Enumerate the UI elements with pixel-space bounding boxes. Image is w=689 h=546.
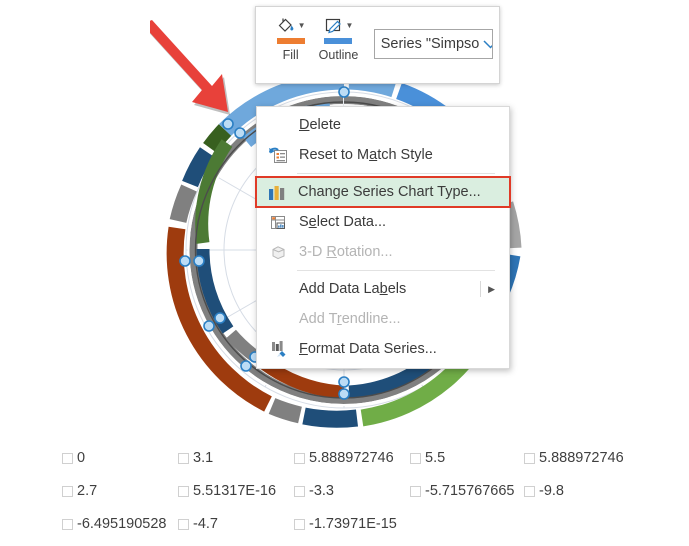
data-value-cell[interactable]: -5.715767665 [410,483,515,499]
menu-item-delete-label: Delete [299,117,341,133]
placeholder-box-icon [62,452,73,464]
placeholder-box-icon [410,452,421,464]
data-values-row: 2.7 5.51317E-16 -3.3 -5.715767665 -9.8 [0,483,689,513]
data-values-row: 0 3.1 5.888972746 5.5 5.888972746 [0,450,689,480]
menu-item-format-data-series-label: Format Data Series... [299,341,437,357]
data-value-text: -1.73971E-15 [309,516,397,532]
menu-item-add-data-labels-label: Add Data Labels [299,281,407,297]
placeholder-box-icon [410,485,421,497]
menu-separator-1 [297,173,495,174]
placeholder-box-icon [294,485,305,497]
placeholder-box-icon [62,485,73,497]
data-value-cell[interactable]: -1.73971E-15 [294,516,397,532]
data-value-cell[interactable]: -6.495190528 [62,516,167,532]
menu-item-select-data[interactable]: Select Data... [257,207,509,237]
data-value-text: 5.5 [425,450,446,466]
menu-item-add-data-labels[interactable]: Add Data Labels ▶ [257,274,509,304]
data-value-cell[interactable]: 2.7 [62,483,97,499]
placeholder-box-icon [178,485,189,497]
data-value-text: -5.715767665 [425,483,515,499]
menu-item-delete[interactable]: Delete [257,110,509,140]
placeholder-box-icon [524,485,535,497]
data-value-cell[interactable]: 3.1 [178,450,213,466]
menu-item-add-trendline-label: Add Trendline... [299,311,401,327]
series-select-value: Series "Simpso [380,36,480,52]
placeholder-box-icon [524,452,535,464]
data-value-cell[interactable]: 5.51317E-16 [178,483,276,499]
data-values-panel: 0 3.1 5.888972746 5.5 5.888972746 2.7 5.… [0,440,689,542]
menu-item-3d-rotation: 3-D Rotation... [257,237,509,267]
menu-item-format-data-series[interactable]: Format Data Series... [257,334,509,364]
data-value-cell[interactable]: 5.5 [410,450,445,466]
outline-dropdown-caret[interactable]: ▼ [346,22,354,30]
placeholder-box-icon [178,518,189,530]
fill-label: Fill [282,48,299,62]
fill-glyph-row: ▼ [276,15,306,37]
format-brush-icon [263,338,293,360]
chevron-right-icon[interactable]: ▶ [488,284,495,295]
placeholder-box-icon [294,452,305,464]
menu-item-reset-label: Reset to Match Style [299,147,433,163]
add-trendline-icon-slot [263,308,293,330]
chevron-down-icon[interactable] [483,37,492,52]
data-value-text: 5.888972746 [539,450,624,466]
data-value-text: 5.888972746 [309,450,394,466]
menu-item-3d-rotation-label: 3-D Rotation... [299,244,393,260]
data-value-cell[interactable]: 5.888972746 [294,450,394,466]
menu-item-add-trendline: Add Trendline... [257,304,509,334]
data-value-cell[interactable]: -3.3 [294,483,334,499]
data-value-cell[interactable]: 0 [62,450,85,466]
fill-color-swatch [276,38,305,44]
data-value-text: -4.7 [193,516,218,532]
fill-dropdown-caret[interactable]: ▼ [298,22,306,30]
outline-label: Outline [318,48,359,62]
placeholder-box-icon [294,518,305,530]
data-value-text: 0 [77,450,86,466]
data-value-text: 3.1 [193,450,214,466]
pencil-outline-icon [325,18,341,33]
menu-item-reset-to-match-style[interactable]: Reset to Match Style [257,140,509,170]
delete-icon-slot [263,114,293,136]
submenu-divider [480,281,481,297]
data-value-cell[interactable]: -9.8 [524,483,564,499]
mini-format-toolbar[interactable]: ▼ Fill ▼ Outline Series "Simpso [255,6,500,84]
menu-item-select-data-label: Select Data... [299,214,387,230]
placeholder-box-icon [178,452,189,464]
menu-item-change-series-chart-type[interactable]: Change Series Chart Type... [255,176,511,208]
placeholder-box-icon [62,518,73,530]
cube-icon [263,241,293,263]
data-value-cell[interactable]: -4.7 [178,516,218,532]
chart-context-menu[interactable]: Delete Reset to Match Style Change Serie… [255,106,511,369]
fill-tool[interactable]: ▼ Fill [268,15,313,62]
series-select-dropdown[interactable]: Series "Simpso [373,29,493,59]
menu-separator-2 [297,270,495,271]
data-value-text: 5.51317E-16 [193,483,277,499]
select-data-icon [263,211,293,233]
bar-chart-icon [262,181,292,203]
outline-tool[interactable]: ▼ Outline [313,15,363,62]
reset-style-icon [263,144,293,166]
outline-glyph-row: ▼ [324,15,354,37]
paint-bucket-icon [278,18,294,32]
add-data-labels-icon-slot [263,278,293,300]
menu-item-change-series-label: Change Series Chart Type... [298,184,481,200]
data-value-cell[interactable]: 5.888972746 [524,450,624,466]
data-value-text: -6.495190528 [77,516,167,532]
outline-color-swatch [324,38,353,44]
data-value-text: -3.3 [309,483,334,499]
data-value-text: 2.7 [77,483,98,499]
data-value-text: -9.8 [539,483,564,499]
